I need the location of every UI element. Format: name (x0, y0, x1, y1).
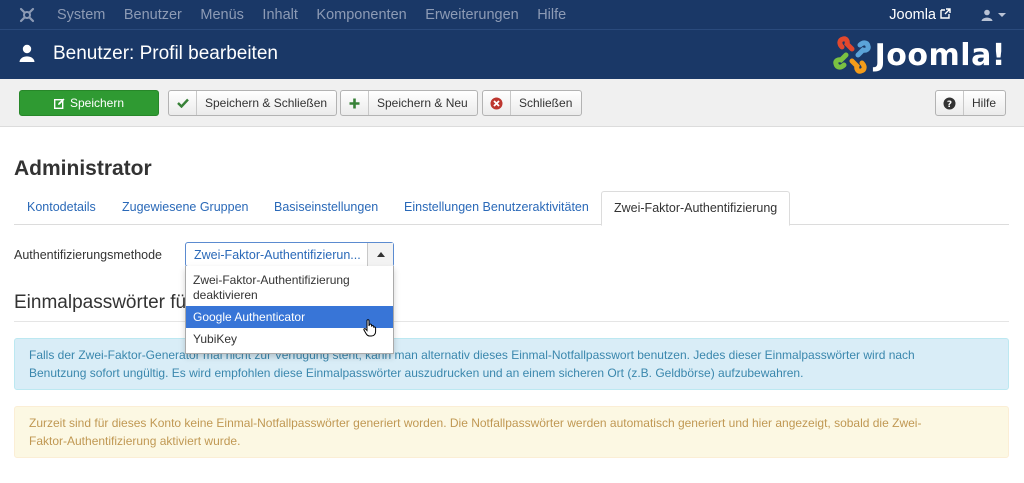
menu-menues[interactable]: Menüs (200, 7, 244, 23)
auth-method-value: Zwei-Faktor-Authentifizierun... (194, 247, 361, 262)
edit-icon (53, 98, 65, 109)
close-label: Schließen (519, 96, 573, 110)
site-link[interactable]: Joomla (889, 7, 936, 23)
joomla-logo: Joomla! (832, 36, 1006, 74)
menu-system[interactable]: System (57, 7, 105, 23)
save-button-label: Speichern (69, 96, 125, 110)
joomla-logo-icon (832, 36, 871, 74)
joomla-menu-icon[interactable] (13, 0, 41, 29)
dropdown-option-google-authenticator[interactable]: Google Authenticator (186, 306, 393, 328)
check-icon (169, 91, 197, 115)
save-button[interactable]: Speichern (19, 90, 159, 116)
auth-method-dropdown: Zwei-Faktor-Authentifizierung deaktivier… (185, 266, 394, 354)
toolbar: Speichern Speichern & Schließen Speicher… (0, 79, 1024, 127)
tab-zugewiesene-gruppen[interactable]: Zugewiesene Gruppen (122, 191, 248, 225)
user-menu-button[interactable] (981, 9, 1006, 21)
warning-alert: Zurzeit sind für dieses Konto keine Einm… (14, 406, 1009, 458)
main-menu: System Benutzer Menüs Inhalt Komponenten… (57, 7, 585, 23)
auth-method-select[interactable]: Zwei-Faktor-Authentifizierun... (185, 242, 394, 267)
menu-hilfe[interactable]: Hilfe (537, 7, 566, 23)
save-close-button[interactable]: Speichern & Schließen (168, 90, 338, 116)
question-icon: ? (936, 91, 964, 115)
page-header: Benutzer: Profil bearbeiten Joomla! (0, 29, 1024, 79)
tab-kontodetails[interactable]: Kontodetails (27, 191, 96, 225)
user-icon (981, 9, 993, 21)
menu-erweiterungen[interactable]: Erweiterungen (425, 7, 519, 23)
menu-inhalt[interactable]: Inhalt (262, 7, 297, 23)
save-new-button[interactable]: Speichern & Neu (340, 90, 478, 116)
menu-komponenten[interactable]: Komponenten (316, 7, 406, 23)
tab-bar: Kontodetails Zugewiesene Gruppen Basisei… (14, 191, 1009, 226)
top-navbar: System Benutzer Menüs Inhalt Komponenten… (0, 0, 1024, 29)
external-link-icon (940, 7, 951, 23)
save-new-label: Speichern & Neu (377, 96, 468, 110)
caret-up-icon[interactable] (367, 243, 393, 266)
warning-alert-line2: Faktor-Authentifizierung aktiviert wurde… (29, 434, 241, 448)
tab-zwei-faktor[interactable]: Zwei-Faktor-Authentifizierung (601, 191, 791, 226)
joomla-logo-text: Joomla! (874, 37, 1006, 73)
tab-basiseinstellungen[interactable]: Basiseinstellungen (274, 191, 378, 225)
help-button[interactable]: ? Hilfe (935, 90, 1007, 116)
info-alert-line2: Benutzung sofort ungültig. Es wird empfo… (29, 366, 804, 380)
page-title: Benutzer: Profil bearbeiten (53, 43, 278, 64)
hand-pointer-icon (363, 319, 377, 340)
save-close-label: Speichern & Schließen (205, 96, 328, 110)
dropdown-option-yubikey[interactable]: YubiKey (186, 328, 393, 351)
page-heading: Administrator (14, 157, 152, 180)
cancel-icon (483, 91, 511, 115)
tab-benutzeraktivitaeten[interactable]: Einstellungen Benutzeraktivitäten (404, 191, 589, 225)
auth-method-label: Authentifizierungsmethode (14, 248, 163, 262)
close-button[interactable]: Schließen (482, 90, 583, 116)
dropdown-option-disable[interactable]: Zwei-Faktor-Authentifizierung deaktivier… (186, 266, 393, 306)
info-alert: Falls der Zwei-Faktor-Generator mal nich… (14, 338, 1009, 390)
info-alert-line1: Falls der Zwei-Faktor-Generator mal nich… (29, 348, 915, 362)
user-icon (19, 44, 35, 65)
caret-down-icon (998, 12, 1006, 17)
warning-alert-line1: Zurzeit sind für dieses Konto keine Einm… (29, 416, 922, 430)
section-title: Einmalpasswörter für (14, 292, 1009, 322)
help-label: Hilfe (972, 96, 997, 110)
menu-benutzer[interactable]: Benutzer (124, 7, 182, 23)
plus-icon (341, 91, 369, 115)
svg-text:?: ? (947, 100, 952, 110)
